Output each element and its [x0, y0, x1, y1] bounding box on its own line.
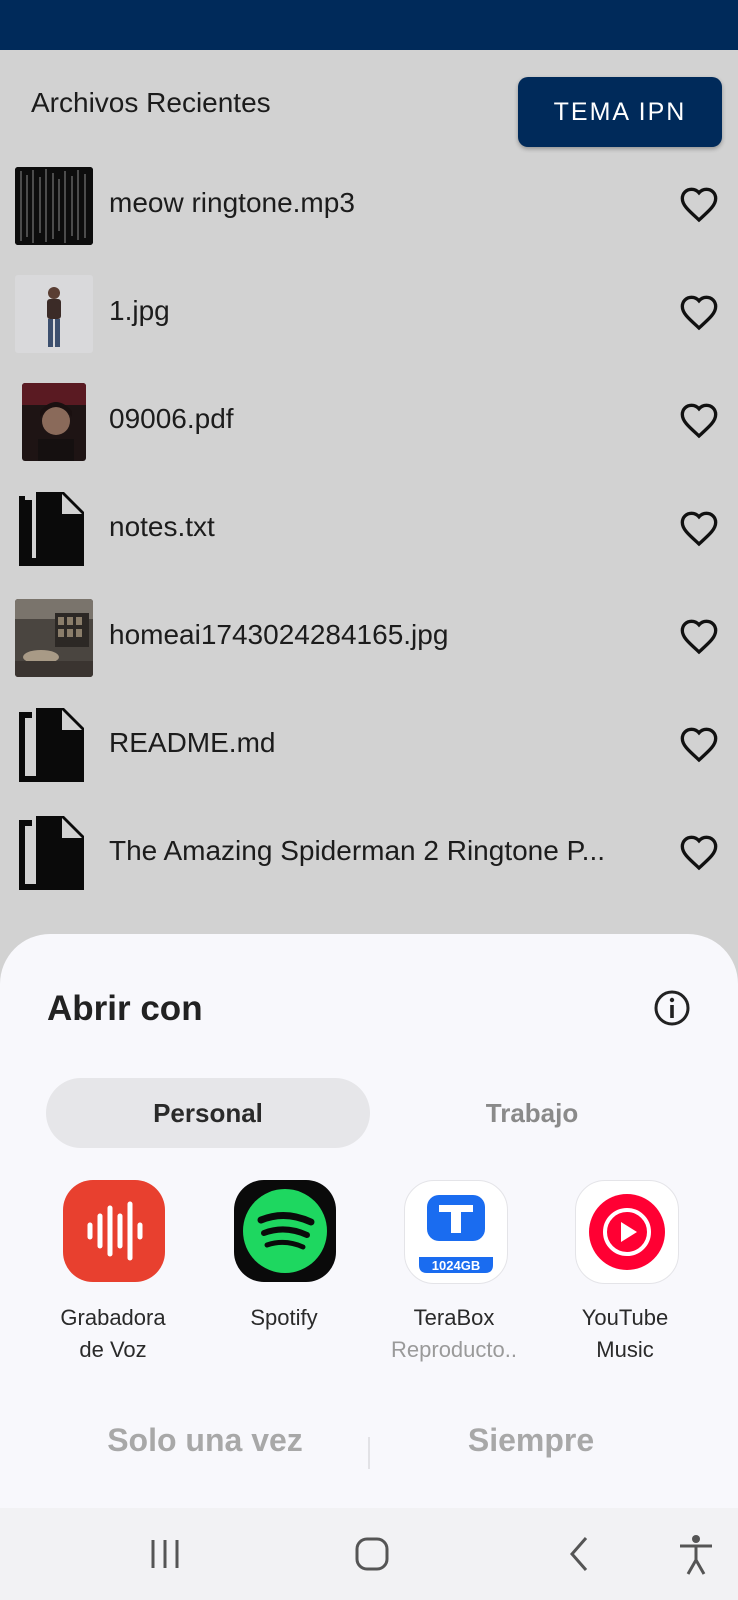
file-name: meow ringtone.mp3 [109, 187, 355, 218]
file-row[interactable]: meow ringtone.mp3 [0, 151, 738, 259]
file-name: homeai1743024284165.jpg [109, 619, 449, 650]
app-name-line2: Music [596, 1337, 654, 1362]
just-once-button[interactable]: Solo una vez [50, 1422, 360, 1459]
file-copy-icon [19, 816, 84, 890]
youtube-music-icon [575, 1180, 679, 1284]
recent-files-screen: Archivos Recientes TEMA IPN meow rington… [0, 50, 738, 934]
file-copy-icon [19, 708, 84, 782]
terabox-icon: 1024GB [404, 1180, 508, 1284]
spotify-icon [234, 1180, 336, 1282]
open-with-sheet: Abrir con Personal Trabajo Grabadora de … [0, 934, 738, 1508]
photo-thumbnail [15, 599, 93, 677]
file-row[interactable]: README.md [0, 691, 738, 799]
file-row[interactable]: homeai1743024284165.jpg [0, 583, 738, 691]
app-spotify[interactable]: Spotify [199, 1180, 369, 1380]
theme-ipn-button[interactable]: TEMA IPN [518, 77, 722, 147]
app-name-line2: de Voz [79, 1337, 147, 1362]
back-icon[interactable] [558, 1532, 602, 1576]
app-name-line1: YouTube [581, 1305, 669, 1330]
file-row[interactable]: notes.txt [0, 475, 738, 583]
page-title: Archivos Recientes [31, 87, 271, 118]
favorite-heart-icon[interactable] [678, 617, 720, 657]
file-name: README.md [109, 727, 276, 758]
always-button[interactable]: Siempre [376, 1422, 686, 1459]
app-subtitle: Reproducto.. [391, 1337, 517, 1362]
sheet-title: Abrir con [47, 989, 203, 1028]
app-name-line1: Spotify [250, 1305, 318, 1330]
app-label: TeraBox Reproducto.. [369, 1302, 539, 1366]
app-name-line1: Grabadora [60, 1305, 166, 1330]
file-row[interactable]: 09006.pdf [0, 367, 738, 475]
voice-recorder-icon [63, 1180, 165, 1282]
favorite-heart-icon[interactable] [678, 401, 720, 441]
app-voice-recorder[interactable]: Grabadora de Voz [28, 1180, 198, 1380]
file-name: notes.txt [109, 511, 215, 542]
app-terabox[interactable]: 1024GB TeraBox Reproducto.. [369, 1180, 539, 1380]
tab-personal[interactable]: Personal [46, 1078, 370, 1148]
app-label: Spotify [199, 1302, 369, 1334]
favorite-heart-icon[interactable] [678, 293, 720, 333]
file-row[interactable]: 1.jpg [0, 259, 738, 367]
home-icon[interactable] [350, 1532, 394, 1576]
tab-trabajo[interactable]: Trabajo [370, 1078, 694, 1148]
system-nav-bar [0, 1508, 738, 1600]
file-name: 09006.pdf [109, 403, 234, 434]
photo-thumbnail [15, 275, 93, 353]
status-bar [0, 0, 738, 50]
favorite-heart-icon[interactable] [678, 833, 720, 873]
app-name-line1: TeraBox [413, 1305, 495, 1330]
app-label: Grabadora de Voz [28, 1302, 198, 1366]
favorite-heart-icon[interactable] [678, 725, 720, 765]
accessibility-icon[interactable] [674, 1532, 718, 1576]
file-name: The Amazing Spiderman 2 Ringtone P... [109, 835, 606, 866]
app-youtube-music[interactable]: YouTube Music [540, 1180, 710, 1380]
file-name: 1.jpg [109, 295, 170, 326]
file-row[interactable]: The Amazing Spiderman 2 Ringtone P... [0, 799, 738, 907]
recent-apps-icon[interactable] [143, 1532, 187, 1576]
file-copy-icon [19, 492, 84, 566]
document-thumbnail [22, 383, 86, 461]
terabox-badge: 1024GB [432, 1258, 480, 1273]
audio-thumbnail [15, 167, 93, 245]
divider [368, 1437, 370, 1469]
favorite-heart-icon[interactable] [678, 185, 720, 225]
app-label: YouTube Music [540, 1302, 710, 1366]
favorite-heart-icon[interactable] [678, 509, 720, 549]
info-icon[interactable] [653, 989, 691, 1027]
